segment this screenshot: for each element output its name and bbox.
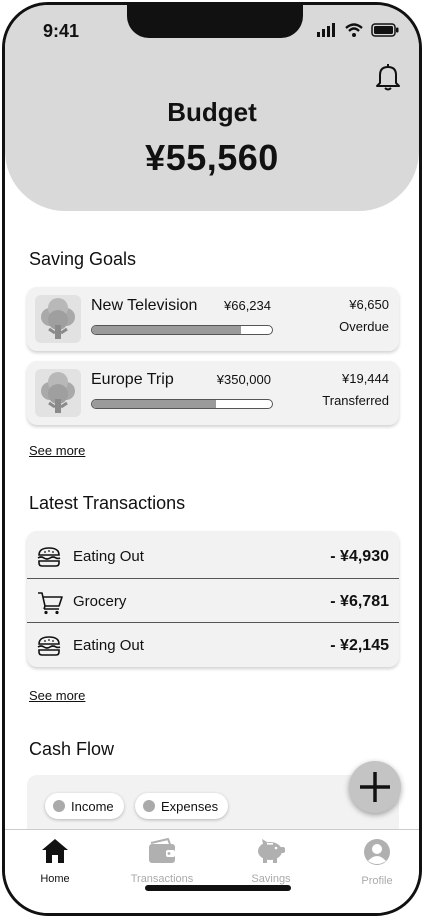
goal-target: ¥350,000 [216, 372, 271, 387]
tab-label: Savings [251, 873, 291, 885]
tree-icon [35, 369, 81, 417]
tab-savings[interactable]: Savings [221, 838, 321, 885]
goal-progress-bar [91, 399, 273, 409]
goal-saved: ¥6,650 [349, 297, 389, 312]
transaction-amount: - ¥6,781 [330, 593, 389, 610]
transactions-list: Eating Out - ¥4,930 Grocery - ¥6,781 Eat… [27, 531, 399, 667]
legend-income-toggle[interactable]: Income [45, 793, 124, 819]
piggy-bank-icon [258, 839, 285, 863]
legend-label: Expenses [161, 798, 219, 814]
goal-target: ¥66,234 [224, 298, 271, 313]
home-icon [42, 839, 68, 863]
goal-progress-fill [92, 326, 242, 334]
legend-label: Income [71, 798, 114, 814]
transaction-row[interactable]: Eating Out - ¥2,145 [27, 622, 399, 667]
legend-expenses-toggle[interactable]: Expenses [135, 793, 229, 819]
transaction-row[interactable]: Eating Out - ¥4,930 [27, 534, 399, 578]
transactions-see-more-link[interactable]: See more [29, 688, 85, 703]
tree-icon [35, 295, 81, 343]
cart-icon [37, 591, 63, 620]
signal-icon [317, 23, 335, 37]
status-icons [317, 23, 399, 37]
transaction-row[interactable]: Grocery - ¥6,781 [27, 578, 399, 623]
goal-progress-bar [91, 325, 273, 335]
saving-goals-see-more-link[interactable]: See more [29, 443, 85, 458]
saving-goal-card[interactable]: Europe Trip ¥350,000 ¥19,444 Transferred [27, 361, 399, 425]
plus-icon [360, 772, 390, 802]
tab-transactions[interactable]: Transactions [112, 837, 212, 885]
cash-flow-title: Cash Flow [29, 739, 115, 759]
transaction-label: Eating Out [73, 637, 144, 654]
transaction-amount: - ¥2,145 [330, 637, 389, 654]
bottom-tab-bar: Home Transactions Savings Profile [5, 829, 419, 913]
home-indicator [145, 885, 291, 891]
transaction-label: Grocery [73, 593, 127, 610]
goal-name: Europe Trip [91, 371, 174, 388]
burger-icon [37, 546, 61, 573]
goal-status: Overdue [339, 319, 389, 334]
latest-transactions-title: Latest Transactions [29, 493, 186, 513]
income-dot-icon [53, 800, 65, 812]
saving-goal-card[interactable]: New Television ¥66,234 ¥6,650 Overdue [27, 287, 399, 351]
goal-status: Transferred [322, 393, 389, 408]
burger-icon [37, 635, 61, 662]
status-time: 9:41 [43, 21, 80, 41]
wifi-icon [345, 23, 363, 37]
budget-amount: ¥55,560 [145, 137, 279, 178]
tab-label: Transactions [130, 873, 194, 885]
bell-icon [376, 64, 400, 91]
saving-goals-title: Saving Goals [29, 249, 137, 269]
tab-label: Profile [361, 875, 393, 887]
tab-home[interactable]: Home [5, 838, 105, 885]
page-title: Budget [167, 97, 257, 127]
device-notch [127, 5, 303, 38]
goal-name: New Television [91, 297, 198, 314]
add-transaction-button[interactable] [349, 761, 401, 813]
goal-saved: ¥19,444 [342, 371, 389, 386]
tab-profile[interactable]: Profile [327, 838, 419, 887]
expenses-dot-icon [143, 800, 155, 812]
phone-frame: 9:41 Budget ¥55,560 Saving Goals New Tel… [2, 2, 422, 916]
goal-progress-fill [92, 400, 217, 408]
transaction-label: Eating Out [73, 548, 144, 565]
notification-bell-button[interactable] [375, 63, 401, 96]
wallet-icon [149, 837, 175, 863]
transaction-amount: - ¥4,930 [330, 548, 389, 565]
tab-label: Home [40, 873, 70, 885]
battery-icon [371, 23, 399, 37]
user-icon [364, 839, 390, 865]
